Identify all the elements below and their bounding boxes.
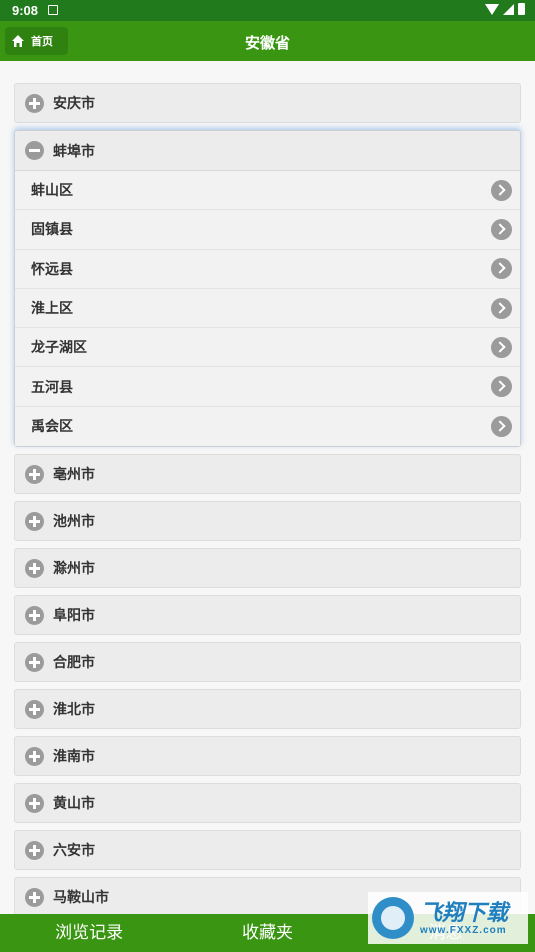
district-item[interactable]: 五河县 — [15, 367, 520, 407]
city-item[interactable]: 黄山市 — [14, 783, 521, 824]
plus-icon — [25, 746, 44, 766]
tab-history[interactable]: 浏览记录 — [0, 914, 178, 952]
watermark-logo-icon — [372, 897, 414, 939]
chevron-right-icon — [491, 376, 512, 398]
district-label: 龙子湖区 — [31, 339, 87, 356]
district-item[interactable]: 怀远县 — [15, 249, 520, 289]
plus-icon — [25, 699, 44, 719]
plus-icon — [25, 793, 44, 813]
city-label: 淮南市 — [53, 748, 95, 765]
chevron-right-icon — [491, 297, 512, 319]
battery-icon — [518, 3, 525, 15]
watermark-url: www.FXXZ.com — [420, 924, 507, 936]
city-item[interactable]: 阜阳市 — [14, 595, 521, 636]
minus-icon — [25, 141, 44, 160]
city-item[interactable]: 亳州市 — [14, 454, 521, 495]
app-header: 首页 安徽省 — [0, 21, 535, 61]
city-item-expanded[interactable]: 蚌埠市 — [15, 131, 520, 171]
city-label: 马鞍山市 — [53, 889, 109, 906]
district-label: 怀远县 — [31, 260, 73, 277]
district-item[interactable]: 固镇县 — [15, 210, 520, 250]
city-label: 亳州市 — [53, 466, 95, 483]
signal-icon — [503, 3, 514, 15]
city-label: 安庆市 — [53, 95, 95, 111]
city-label: 滁州市 — [53, 560, 95, 577]
plus-icon — [25, 558, 44, 578]
plus-icon — [25, 464, 44, 484]
expanded-city-group: 蚌埠市 蚌山区 固镇县 怀远县 淮上区 龙子湖区 五河县 禹会区 — [14, 130, 521, 448]
district-label: 蚌山区 — [31, 182, 73, 199]
district-item[interactable]: 禹会区 — [15, 406, 520, 447]
city-label: 六安市 — [53, 842, 95, 859]
city-item[interactable]: 滁州市 — [14, 548, 521, 589]
notification-icon — [48, 5, 58, 15]
plus-icon — [25, 652, 44, 672]
plus-icon — [25, 93, 44, 113]
district-label: 固镇县 — [31, 221, 73, 238]
chevron-right-icon — [491, 258, 512, 280]
city-label: 合肥市 — [53, 654, 95, 671]
district-item[interactable]: 蚌山区 — [15, 171, 520, 211]
city-item[interactable]: 合肥市 — [14, 642, 521, 683]
district-label: 五河县 — [31, 378, 73, 395]
wifi-icon — [485, 3, 499, 15]
plus-icon — [25, 511, 44, 531]
district-label: 淮上区 — [31, 300, 73, 317]
district-item[interactable]: 龙子湖区 — [15, 328, 520, 368]
city-label: 黄山市 — [53, 795, 95, 812]
chevron-right-icon — [491, 336, 512, 358]
status-icons — [485, 3, 525, 15]
chevron-right-icon — [491, 179, 512, 201]
city-label: 池州市 — [53, 513, 95, 530]
city-item[interactable]: 淮南市 — [14, 736, 521, 777]
city-list: 安庆市 蚌埠市 蚌山区 固镇县 怀远县 淮上区 龙子湖区 五河县 禹会区 亳州市… — [14, 83, 521, 924]
city-item[interactable]: 池州市 — [14, 501, 521, 542]
city-item[interactable]: 六安市 — [14, 830, 521, 871]
city-item[interactable]: 淮北市 — [14, 689, 521, 730]
status-bar: 9:08 — [0, 0, 535, 21]
city-label: 淮北市 — [53, 701, 95, 718]
page-title: 安徽省 — [244, 35, 290, 52]
watermark: 飞翔下载 www.FXXZ.com — [368, 892, 528, 944]
district-label: 禹会区 — [31, 418, 73, 435]
status-time: 9:08 — [12, 3, 39, 18]
watermark-name: 飞翔下载 — [420, 899, 509, 925]
plus-icon — [25, 887, 44, 907]
city-item[interactable]: 安庆市 — [14, 83, 521, 123]
tab-favorites[interactable]: 收藏夹 — [178, 914, 356, 952]
city-label: 阜阳市 — [53, 607, 95, 624]
chevron-right-icon — [491, 415, 512, 437]
city-label: 蚌埠市 — [53, 142, 95, 159]
district-item[interactable]: 淮上区 — [15, 288, 520, 329]
chevron-right-icon — [491, 218, 512, 240]
plus-icon — [25, 605, 44, 625]
plus-icon — [25, 840, 44, 860]
